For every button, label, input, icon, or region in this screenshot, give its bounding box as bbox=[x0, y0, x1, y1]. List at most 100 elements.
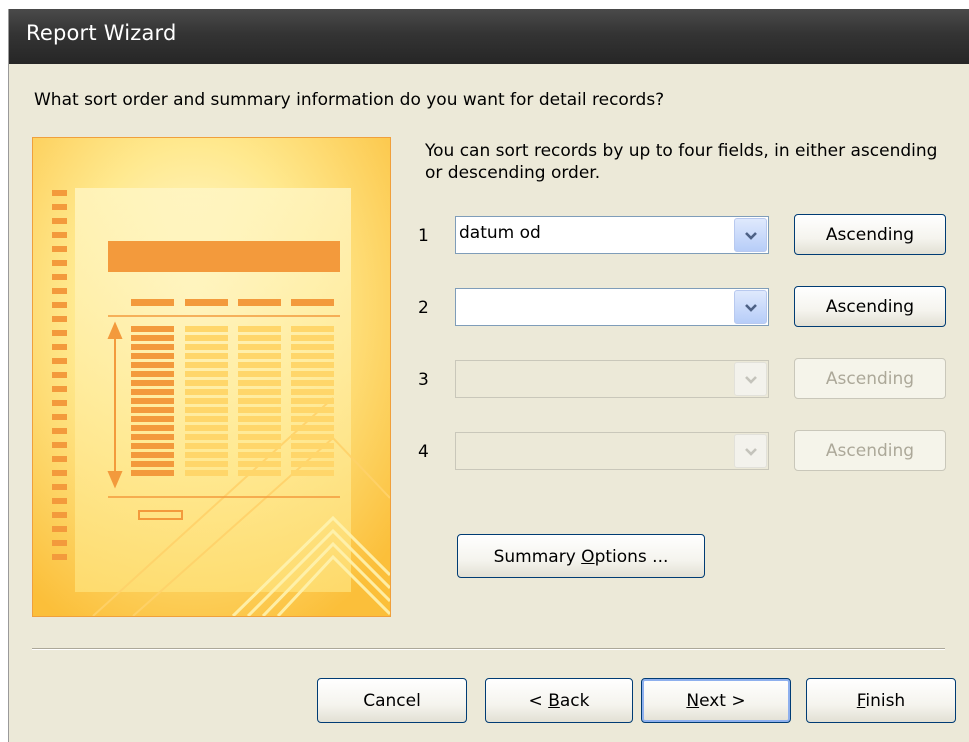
sort-field-2-combobox[interactable] bbox=[455, 288, 769, 326]
sort-field-number-4: 4 bbox=[418, 442, 429, 462]
sort-field-2-dropdown-button[interactable] bbox=[734, 290, 767, 324]
question-text: What sort order and summary information … bbox=[34, 90, 665, 110]
next-button[interactable]: Next > bbox=[641, 678, 791, 723]
next-label-after: ext > bbox=[699, 691, 746, 711]
illustration-cell bbox=[238, 335, 281, 341]
illustration-cell bbox=[291, 353, 334, 359]
illustration-cell bbox=[131, 362, 174, 368]
illustration-cell bbox=[238, 344, 281, 350]
illustration-cell bbox=[131, 326, 174, 332]
illustration-cell bbox=[291, 443, 334, 449]
illustration-cell bbox=[238, 452, 281, 458]
illustration-cell bbox=[185, 470, 228, 476]
chevron-down-icon bbox=[745, 376, 757, 384]
illustration-cell bbox=[291, 344, 334, 350]
summary-accel: O bbox=[581, 547, 595, 567]
sort-order-4-button: Ascending bbox=[794, 430, 946, 471]
illustration-cell bbox=[238, 443, 281, 449]
illustration-cell bbox=[131, 371, 174, 377]
illustration-cell bbox=[238, 380, 281, 386]
illustration-cell bbox=[185, 461, 228, 467]
sort-hint-text: You can sort records by up to four field… bbox=[425, 141, 938, 183]
illustration-cell bbox=[238, 371, 281, 377]
illustration-cell bbox=[131, 434, 174, 440]
illustration-cell bbox=[185, 407, 228, 413]
cancel-button[interactable]: Cancel bbox=[317, 678, 467, 723]
illustration-cell bbox=[291, 434, 334, 440]
sort-order-1-button[interactable]: Ascending bbox=[794, 214, 946, 255]
finish-label-after: inish bbox=[865, 691, 906, 711]
illustration-cell bbox=[131, 380, 174, 386]
illustration-cell bbox=[291, 470, 334, 476]
sort-order-2-button[interactable]: Ascending bbox=[794, 286, 946, 327]
chevron-down-icon bbox=[745, 448, 757, 456]
back-label-after: ack bbox=[559, 691, 590, 711]
illustration-cell bbox=[185, 380, 228, 386]
illustration-cell bbox=[238, 407, 281, 413]
illustration-cell bbox=[131, 398, 174, 404]
sort-field-4-dropdown-button bbox=[734, 434, 767, 468]
illustration-cell bbox=[291, 416, 334, 422]
illustration-cell bbox=[185, 362, 228, 368]
illustration-cell bbox=[291, 362, 334, 368]
sort-field-1-combobox[interactable]: datum od bbox=[455, 216, 769, 254]
illustration-cell bbox=[238, 353, 281, 359]
illustration-cell bbox=[131, 416, 174, 422]
sort-field-4-combobox bbox=[455, 432, 769, 470]
illustration-cell bbox=[291, 389, 334, 395]
sort-order-3-label: Ascending bbox=[825, 369, 915, 389]
illustration-cell bbox=[238, 470, 281, 476]
finish-button[interactable]: Finish bbox=[806, 678, 956, 723]
illustration-cell bbox=[131, 461, 174, 467]
back-accel: B bbox=[548, 691, 560, 711]
report-wizard-dialog: Report Wizard What sort order and summar… bbox=[9, 9, 969, 742]
sort-field-3-dropdown-button bbox=[734, 362, 767, 396]
illustration-cell bbox=[291, 371, 334, 377]
report-illustration bbox=[32, 137, 391, 617]
illustration-cell bbox=[185, 398, 228, 404]
illustration-cell bbox=[291, 326, 334, 332]
illustration-cell bbox=[185, 425, 228, 431]
illustration-cell bbox=[185, 344, 228, 350]
illustration-cell bbox=[131, 470, 174, 476]
illustration-cell bbox=[131, 452, 174, 458]
illustration-cell bbox=[185, 434, 228, 440]
chevron-down-icon bbox=[745, 304, 757, 312]
back-button[interactable]: < Back bbox=[485, 678, 633, 723]
illustration-cell bbox=[238, 389, 281, 395]
illustration-cell bbox=[131, 407, 174, 413]
illustration-cell bbox=[185, 353, 228, 359]
sort-field-number-2: 2 bbox=[418, 298, 429, 318]
summary-options-button[interactable]: Summary Options ... bbox=[457, 534, 705, 578]
illustration-cell bbox=[238, 326, 281, 332]
sort-field-1-dropdown-button[interactable] bbox=[734, 218, 767, 252]
sort-field-1-value: datum od bbox=[459, 223, 541, 243]
illustration-cell bbox=[131, 425, 174, 431]
illustration-cell bbox=[238, 434, 281, 440]
illustration-cell bbox=[131, 335, 174, 341]
illustration-cell bbox=[185, 371, 228, 377]
illustration-cell bbox=[238, 461, 281, 467]
window-title: Report Wizard bbox=[26, 21, 177, 45]
illustration-cell bbox=[185, 389, 228, 395]
illustration-cell bbox=[185, 326, 228, 332]
illustration-cell bbox=[291, 335, 334, 341]
illustration-cell bbox=[131, 389, 174, 395]
sort-field-number-1: 1 bbox=[418, 226, 429, 246]
illustration-cell bbox=[185, 416, 228, 422]
summary-label-after: ptions ... bbox=[594, 547, 669, 567]
illustration-cell bbox=[291, 380, 334, 386]
footer-separator bbox=[32, 648, 945, 650]
illustration-cell bbox=[131, 443, 174, 449]
illustration-cell bbox=[131, 344, 174, 350]
title-bar[interactable]: Report Wizard bbox=[9, 9, 969, 64]
chevron-down-icon bbox=[745, 232, 757, 240]
illustration-cell bbox=[291, 452, 334, 458]
illustration-cell bbox=[238, 425, 281, 431]
sort-order-4-label: Ascending bbox=[825, 441, 915, 461]
illustration-cell bbox=[238, 416, 281, 422]
illustration-cell bbox=[291, 398, 334, 404]
sort-field-number-3: 3 bbox=[418, 370, 429, 390]
illustration-cell bbox=[185, 335, 228, 341]
illustration-cell bbox=[291, 407, 334, 413]
